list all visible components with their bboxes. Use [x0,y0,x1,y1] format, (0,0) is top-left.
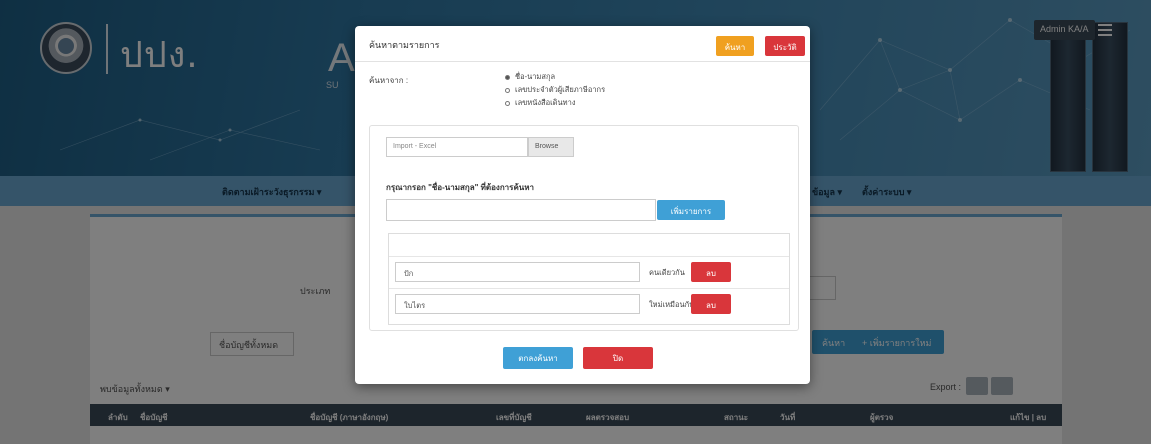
item-value-field[interactable]: ปัก [395,262,640,282]
item-value-field[interactable]: ใบไตร [395,294,640,314]
radio-label: ชื่อ-นามสกุล [515,72,556,81]
search-criteria-box: Import - Excel Browse กรุณากรอก "ชื่อ-นา… [369,125,799,331]
radio-label: เลขประจำตัวผู้เสียภาษีอากร [515,85,606,94]
radio-selected-icon[interactable] [505,74,510,80]
modal-header-divider [355,61,810,62]
modal-search-button[interactable]: ค้นหา [716,36,754,56]
import-file-input[interactable]: Import - Excel [386,137,528,157]
confirm-search-button[interactable]: ตกลงค้นหา [503,347,573,369]
table-row: ปัก คนเดียวกัน ลบออก [389,256,789,291]
radio-option-name[interactable]: ชื่อ-นามสกุล [505,71,555,83]
name-input[interactable] [386,199,656,221]
search-items-table: ปัก คนเดียวกัน ลบออก ใบไตร ใหม่เหมือนกัน… [388,233,790,325]
search-modal: ค้นหาตามรายการ ค้นหา ประวัติ ค้นหาจาก : … [355,26,810,384]
radio-unselected-icon[interactable] [505,100,510,106]
modal-history-button[interactable]: ประวัติ [765,36,805,56]
add-item-button[interactable]: เพิ่มรายการ [657,200,725,220]
delete-item-button[interactable]: ลบออก [691,262,731,291]
modal-title: ค้นหาตามรายการ [369,40,440,50]
browse-button[interactable]: Browse [528,137,574,157]
close-button[interactable]: ปิด [583,347,653,369]
delete-item-button[interactable]: ลบออก [691,294,731,323]
item-type-text: ใหม่เหมือนกัน [649,300,695,309]
item-type-text: คนเดียวกัน [649,268,685,277]
table-row: ใบไตร ใหม่เหมือนกัน ลบออก [389,288,789,323]
search-type-label: ค้นหาจาก : [369,76,409,85]
name-instruction-label: กรุณากรอก "ชื่อ-นามสกุล" ที่ต้องการค้นหา [386,183,535,192]
radio-label: เลขหนังสือเดินทาง [515,98,576,107]
radio-option-passport[interactable]: เลขหนังสือเดินทาง [505,97,575,109]
radio-option-tax-id[interactable]: เลขประจำตัวผู้เสียภาษีอากร [505,84,605,96]
radio-unselected-icon[interactable] [505,87,510,93]
